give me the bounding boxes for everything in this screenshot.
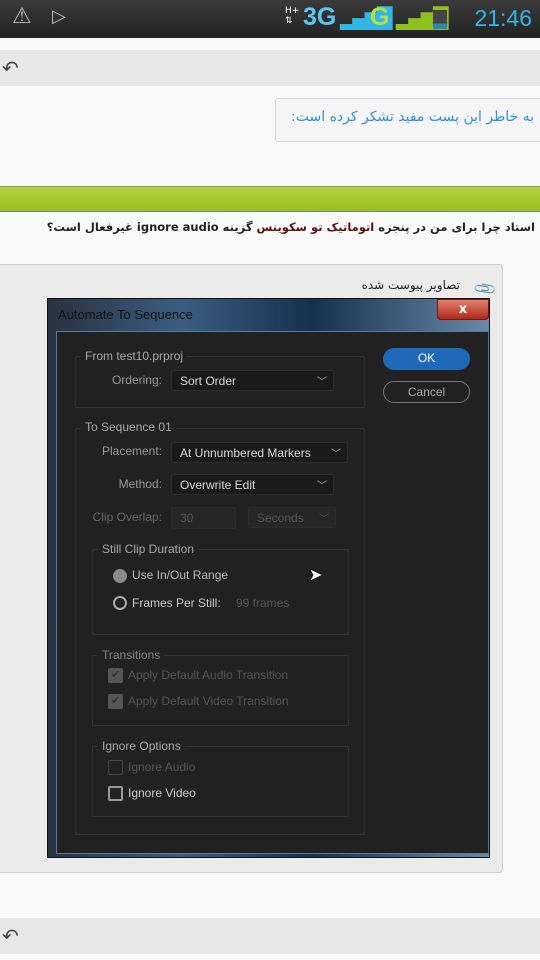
method-value: Overwrite Edit: [180, 478, 256, 492]
placement-select[interactable]: At Unnumbered Markers ﹀: [171, 442, 348, 463]
clip-overlap-label: Clip Overlap:: [92, 510, 162, 524]
ordering-select[interactable]: Sort Order ﹀: [171, 370, 334, 391]
cancel-button[interactable]: Cancel: [383, 381, 470, 403]
attachments-label: تصاویر پیوست شده: [361, 278, 460, 292]
dialog-title: Automate To Sequence: [58, 307, 193, 322]
from-group-legend: From test10.prproj: [81, 349, 188, 363]
clip-overlap-unit: Seconds: [257, 511, 304, 525]
ignore-audio-label: Ignore Audio: [128, 760, 196, 774]
clip-overlap-unit-select[interactable]: Seconds ﹀: [248, 507, 336, 528]
placement-value: At Unnumbered Markers: [180, 446, 311, 460]
audio-transition-checkbox[interactable]: ✔: [108, 668, 123, 683]
ok-button[interactable]: OK: [383, 348, 470, 370]
post-text-highlight: اتوماتیک تو سکوینس: [256, 220, 375, 234]
mouse-cursor-icon: ➤: [309, 565, 323, 584]
close-button[interactable]: x: [437, 299, 489, 320]
use-inout-radio[interactable]: [113, 569, 127, 583]
frames-value: 99 frames: [236, 596, 290, 610]
audio-transition-label: Apply Default Audio Transition: [128, 668, 289, 682]
ignore-options-group: [92, 746, 349, 817]
transitions-legend: Transitions: [98, 648, 165, 662]
still-clip-legend: Still Clip Duration: [98, 542, 199, 556]
thanks-text: به خاطر این پست مفید تشکر کرده است:: [291, 109, 534, 125]
video-transition-checkbox[interactable]: ✔: [108, 694, 123, 709]
data-arrows-icon: H+ ⇅: [285, 6, 300, 26]
method-select[interactable]: Overwrite Edit ﹀: [171, 474, 334, 495]
warning-icon: ⚠: [12, 4, 32, 29]
method-label: Method:: [118, 477, 162, 491]
video-transition-label: Apply Default Video Transition: [128, 694, 289, 708]
ordering-label: Ordering:: [111, 373, 162, 387]
ignore-audio-checkbox[interactable]: [108, 760, 123, 775]
frames-per-still-radio[interactable]: [113, 596, 127, 610]
ignore-video-checkbox[interactable]: [108, 786, 123, 801]
post-header-bar: [0, 186, 540, 212]
post-text-part: گزینه ignore audio غیرفعال است؟: [46, 220, 257, 234]
clock: 21:46: [474, 5, 532, 31]
chevron-down-icon: ﹀: [317, 377, 327, 388]
use-inout-label: Use In/Out Range: [132, 568, 229, 582]
attached-image-dialog[interactable]: Automate To Sequence x From test10.prpro…: [47, 298, 490, 858]
status-bar: ⚠ ▷ H+ ⇅ 3G ▂▄▆█ G ▂▄▆█ 21:46: [0, 0, 540, 38]
thanks-box: به خاطر این پست مفید تشکر کرده است:: [275, 98, 540, 142]
back-arrow-icon[interactable]: ↶: [2, 924, 19, 948]
post-text-part: استاد چرا برای من در پنجره: [374, 220, 535, 234]
still-clip-group: [92, 549, 349, 635]
battery-icon: [433, 10, 447, 29]
transitions-group: [92, 655, 349, 726]
play-store-icon: ▷: [52, 6, 66, 27]
ignore-video-label: Ignore Video: [128, 786, 196, 800]
toolbar: ↶: [0, 50, 540, 86]
frames-per-still-label: Frames Per Still:: [132, 596, 221, 610]
placement-label: Placement:: [101, 444, 162, 458]
clip-overlap-input[interactable]: 30: [171, 507, 236, 529]
back-arrow-icon[interactable]: ↶: [2, 56, 19, 80]
to-sequence-legend: To Sequence 01: [81, 420, 176, 434]
bottom-toolbar: ↶: [0, 918, 540, 954]
chevron-down-icon: ﹀: [319, 514, 329, 525]
chevron-down-icon: ﹀: [317, 481, 327, 492]
dialog-panel: From test10.prproj Ordering: Sort Order ﹀…: [56, 331, 489, 854]
ignore-options-legend: Ignore Options: [98, 739, 185, 753]
post-text: استاد چرا برای من در پنجره اتوماتیک تو س…: [47, 220, 535, 234]
network-type: 3G: [303, 3, 337, 31]
network-type-2: G: [370, 3, 390, 31]
chevron-down-icon: ﹀: [331, 449, 341, 460]
ordering-value: Sort Order: [180, 374, 237, 388]
